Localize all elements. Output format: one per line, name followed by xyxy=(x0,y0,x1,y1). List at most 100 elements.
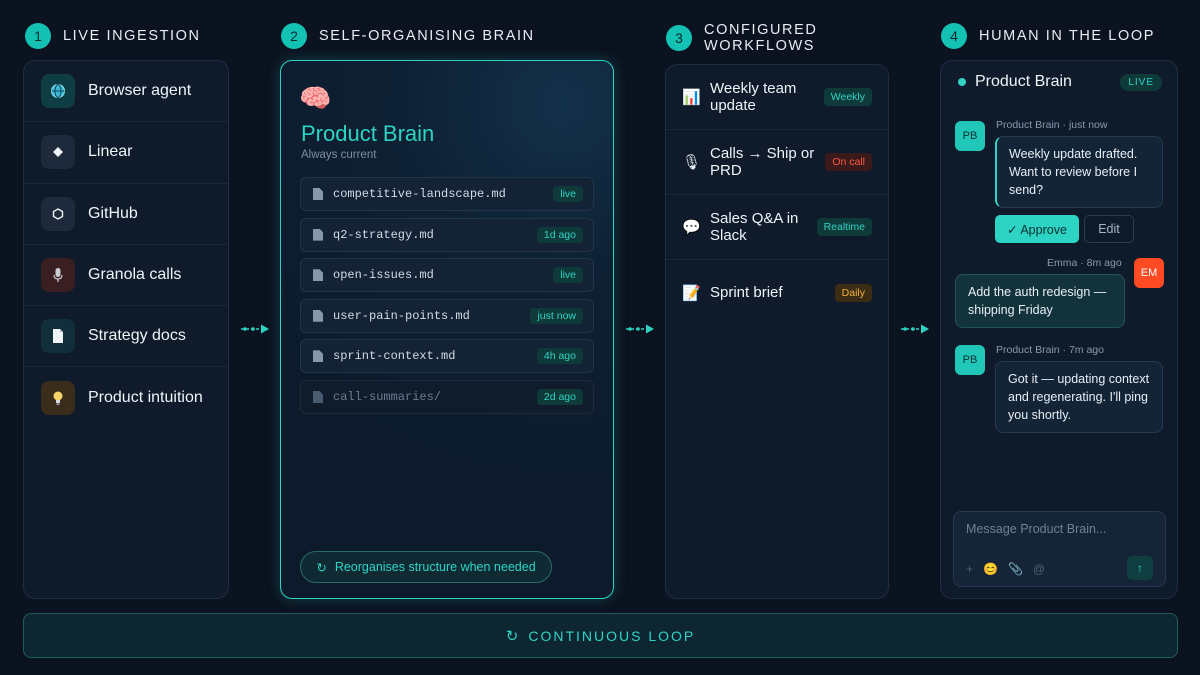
memo-icon: 📝 xyxy=(682,284,701,302)
file-item[interactable]: user-pain-points.md just now xyxy=(300,298,594,333)
avatar: PB xyxy=(955,345,985,375)
workflow-item[interactable]: 📝 Sprint brief Daily xyxy=(666,260,888,325)
source-item-strategy-docs[interactable]: Strategy docs xyxy=(24,306,228,368)
loop-label: CONTINUOUS LOOP xyxy=(528,627,696,644)
message-bubble: Weekly update drafted. Want to review be… xyxy=(995,136,1163,208)
source-label: Product intuition xyxy=(88,389,203,407)
file-name: user-pain-points.md xyxy=(333,308,470,323)
file-item[interactable]: open-issues.md live xyxy=(300,258,594,293)
workflow-item[interactable]: 💬 Sales Q&A in Slack Realtime xyxy=(666,195,888,260)
folder-item[interactable]: call-summaries/ 2d ago xyxy=(300,379,594,414)
section-header-4: 4 HUMAN IN THE LOOP xyxy=(941,23,1155,49)
message-bubble: Got it — updating context and regenerati… xyxy=(995,361,1163,433)
file-icon xyxy=(313,188,323,200)
workflow-badge: Weekly xyxy=(823,88,872,106)
section-title: SELF-ORGANISING BRAIN xyxy=(319,28,535,44)
plus-icon[interactable]: + xyxy=(966,562,973,576)
file-status-badge: 2d ago xyxy=(536,388,583,405)
source-label: GitHub xyxy=(88,204,138,222)
avatar: PB xyxy=(955,121,985,151)
ingestion-panel: Browser agent Linear GitHub Granola call… xyxy=(23,60,229,599)
continuous-loop-bar: ↻ CONTINUOUS LOOP xyxy=(23,613,1178,658)
section-header-3: 3 CONFIGURED WORKFLOWS xyxy=(666,22,818,54)
message-meta: Product Brain · 7m ago xyxy=(996,344,1104,356)
flow-arrow-icon xyxy=(901,324,929,334)
message-bubble: Add the auth redesign — shipping Friday xyxy=(955,274,1125,328)
source-item-product-intuition[interactable]: Product intuition xyxy=(24,367,228,428)
status-dot-icon xyxy=(958,78,966,86)
source-item-linear[interactable]: Linear xyxy=(24,122,228,184)
section-title: LIVE INGESTION xyxy=(63,28,201,44)
approve-button[interactable]: ✓ Approve xyxy=(995,215,1079,243)
reorganise-label: Reorganises structure when needed xyxy=(334,560,536,574)
source-item-browser-agent[interactable]: Browser agent xyxy=(24,61,228,123)
brain-title: Product Brain xyxy=(301,121,435,146)
source-label: Granola calls xyxy=(88,266,182,284)
bar-chart-icon: 📊 xyxy=(682,89,701,106)
chat-panel: Product Brain LIVE PB Product Brain · ju… xyxy=(940,60,1178,599)
chat-header: Product Brain LIVE xyxy=(958,73,1162,91)
workflow-item[interactable]: 📊 Weekly team update Weekly xyxy=(666,65,888,130)
edit-button[interactable]: Edit xyxy=(1084,215,1134,243)
file-status-badge: 4h ago xyxy=(536,348,583,365)
emoji-icon[interactable]: 😊 xyxy=(983,562,998,576)
source-item-granola-calls[interactable]: Granola calls xyxy=(24,245,228,307)
file-icon xyxy=(313,269,323,282)
paperclip-icon[interactable]: 📎 xyxy=(1008,562,1023,576)
brain-panel: 🧠 Product Brain Always current competiti… xyxy=(280,60,614,599)
section-title: CONFIGURED WORKFLOWS xyxy=(704,22,818,54)
file-icon xyxy=(313,350,323,363)
file-name: open-issues.md xyxy=(333,268,434,283)
file-item[interactable]: q2-strategy.md 1d ago xyxy=(300,217,594,252)
file-item[interactable]: sprint-context.md 4h ago xyxy=(300,339,594,374)
live-badge: LIVE xyxy=(1120,73,1162,91)
workflow-badge: Realtime xyxy=(816,218,872,236)
workflow-label: Sales Q&A in Slack xyxy=(710,210,799,244)
section-header-2: 2 SELF-ORGANISING BRAIN xyxy=(281,23,535,49)
flow-arrow-icon xyxy=(241,324,269,334)
file-icon xyxy=(313,309,323,322)
file-status-badge: 1d ago xyxy=(536,226,583,243)
brain-icon: 🧠 xyxy=(299,83,332,113)
diamond-icon xyxy=(41,135,75,170)
folder-icon xyxy=(313,390,323,403)
mention-icon[interactable]: @ xyxy=(1033,562,1045,576)
lightbulb-icon xyxy=(41,381,75,416)
step-number: 2 xyxy=(281,23,307,49)
file-icon xyxy=(313,228,323,241)
step-number: 3 xyxy=(666,25,692,51)
step-number: 4 xyxy=(941,23,967,49)
flow-arrow-icon xyxy=(626,324,654,334)
file-name: competitive-landscape.md xyxy=(333,187,506,201)
folder-name: call-summaries/ xyxy=(333,389,442,404)
file-name: q2-strategy.md xyxy=(333,227,434,242)
workflow-badge: On call xyxy=(825,153,872,171)
chat-title: Product Brain xyxy=(975,73,1072,90)
file-status-badge: just now xyxy=(530,307,583,324)
source-label: Strategy docs xyxy=(88,327,186,345)
file-status-badge: live xyxy=(553,267,583,284)
source-item-github[interactable]: GitHub xyxy=(24,184,228,245)
refresh-icon: ↻ xyxy=(316,560,327,575)
speech-bubble-icon: 💬 xyxy=(682,219,701,236)
workflow-label: Weekly team update xyxy=(710,80,797,114)
source-label: Linear xyxy=(88,143,133,161)
section-title: HUMAN IN THE LOOP xyxy=(979,28,1155,44)
workflow-item[interactable]: 🎙 Calls → Ship or PRD On call xyxy=(666,130,888,195)
message-meta: Emma · 8m ago xyxy=(1047,257,1122,269)
file-name: sprint-context.md xyxy=(333,349,456,364)
message-input[interactable]: Message Product Brain... + 😊 📎 @ ↑ xyxy=(953,511,1166,587)
microphone-icon xyxy=(41,258,75,293)
avatar: EM xyxy=(1134,258,1164,288)
section-header-1: 1 LIVE INGESTION xyxy=(25,23,201,49)
file-status-badge: live xyxy=(553,186,583,202)
brain-subtitle: Always current xyxy=(301,149,377,161)
document-icon xyxy=(41,319,75,354)
loop-icon: ↻ xyxy=(505,627,519,645)
send-button[interactable]: ↑ xyxy=(1127,556,1153,580)
file-item[interactable]: competitive-landscape.md live xyxy=(300,177,594,211)
file-list: competitive-landscape.md live q2-strateg… xyxy=(300,177,594,421)
workflows-panel: 📊 Weekly team update Weekly 🎙 Calls → Sh… xyxy=(665,64,889,599)
source-label: Browser agent xyxy=(88,82,192,100)
message-meta: Product Brain · just now xyxy=(996,119,1108,131)
